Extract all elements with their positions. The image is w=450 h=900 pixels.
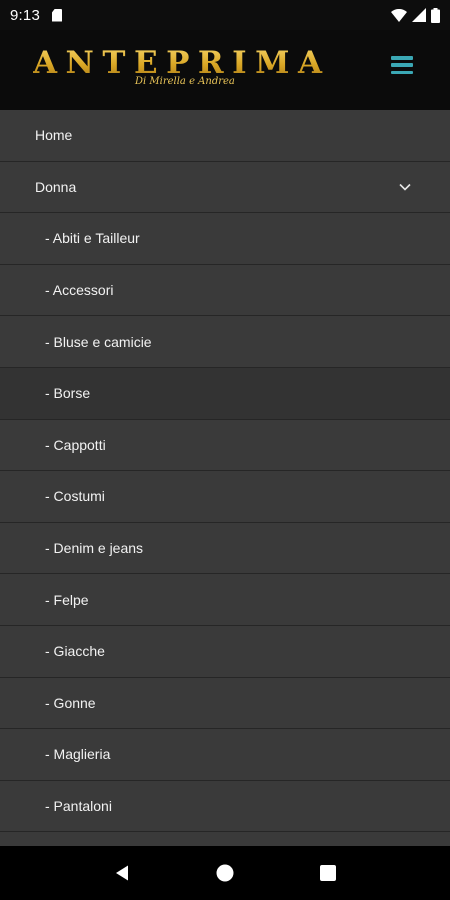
menu-item-donna[interactable]: Donna xyxy=(0,162,450,214)
menu-item-abiti-e-tailleur[interactable]: - Abiti e Tailleur xyxy=(0,213,450,265)
chevron-down-icon[interactable] xyxy=(398,180,412,194)
menu-item-label: - Giacche xyxy=(45,643,105,660)
system-navigation-bar xyxy=(0,846,450,900)
menu-item-denim-e-jeans[interactable]: - Denim e jeans xyxy=(0,523,450,575)
menu-item-label: - Accessori xyxy=(45,282,114,299)
signal-icon xyxy=(412,8,426,22)
hamburger-icon[interactable] xyxy=(391,54,415,76)
wifi-icon xyxy=(391,8,407,22)
menu-item-bluse-e-camicie[interactable]: - Bluse e camicie xyxy=(0,316,450,368)
menu-item-label: - Denim e jeans xyxy=(45,540,144,557)
menu-item-label: - Pantaloni xyxy=(45,798,112,815)
menu-item-label: - Bluse e camicie xyxy=(45,333,152,350)
menu-item-label: Donna xyxy=(35,178,77,195)
menu-item-maglieria[interactable]: - Maglieria xyxy=(0,729,450,781)
menu-item-label: - Cappotti xyxy=(45,436,106,453)
menu-item-costumi[interactable]: - Costumi xyxy=(0,471,450,523)
menu-item-cappotti[interactable]: - Cappotti xyxy=(0,420,450,472)
menu-item-borse[interactable]: - Borse xyxy=(0,367,450,420)
hamburger-bar xyxy=(391,63,413,67)
recents-square-icon xyxy=(320,865,337,881)
menu-item-label: - Maglieria xyxy=(45,746,111,763)
menu-item-label: - Abiti e Tailleur xyxy=(45,230,140,247)
menu-item-label: Home xyxy=(35,127,73,144)
back-button[interactable] xyxy=(110,861,134,885)
menu-item-accessori[interactable]: - Accessori xyxy=(0,265,450,317)
recents-button[interactable] xyxy=(316,861,340,885)
status-time: 9:13 xyxy=(10,6,40,24)
battery-icon xyxy=(431,7,440,23)
menu-item-pantaloni[interactable]: - Pantaloni xyxy=(0,781,450,833)
logo-subtitle: Di Mirella e Andrea xyxy=(135,76,235,87)
back-triangle-icon xyxy=(115,865,128,881)
menu-item-label: - Borse xyxy=(45,385,91,402)
status-bar: 9:13 xyxy=(0,0,450,30)
hamburger-bar xyxy=(391,56,413,60)
menu-item-home[interactable]: Home xyxy=(0,110,450,162)
menu-item-giacche[interactable]: - Giacche xyxy=(0,626,450,678)
navigation-menu: Home Donna - Abiti e Tailleur - Accessor… xyxy=(0,110,450,846)
home-circle-icon xyxy=(216,864,234,882)
hamburger-bar xyxy=(391,70,413,74)
menu-item-label: - Costumi xyxy=(45,488,105,505)
logo[interactable]: ANTEPRIMA Di Mirella e Andrea xyxy=(33,45,333,95)
app-header: ANTEPRIMA Di Mirella e Andrea xyxy=(0,30,450,110)
menu-item-label: - Gonne xyxy=(45,694,96,711)
status-icons xyxy=(391,7,440,23)
menu-item-gonne[interactable]: - Gonne xyxy=(0,678,450,730)
menu-item-felpe[interactable]: - Felpe xyxy=(0,574,450,626)
menu-item-label: - Felpe xyxy=(45,591,89,608)
home-button[interactable] xyxy=(213,861,237,885)
sd-card-icon xyxy=(52,8,62,22)
